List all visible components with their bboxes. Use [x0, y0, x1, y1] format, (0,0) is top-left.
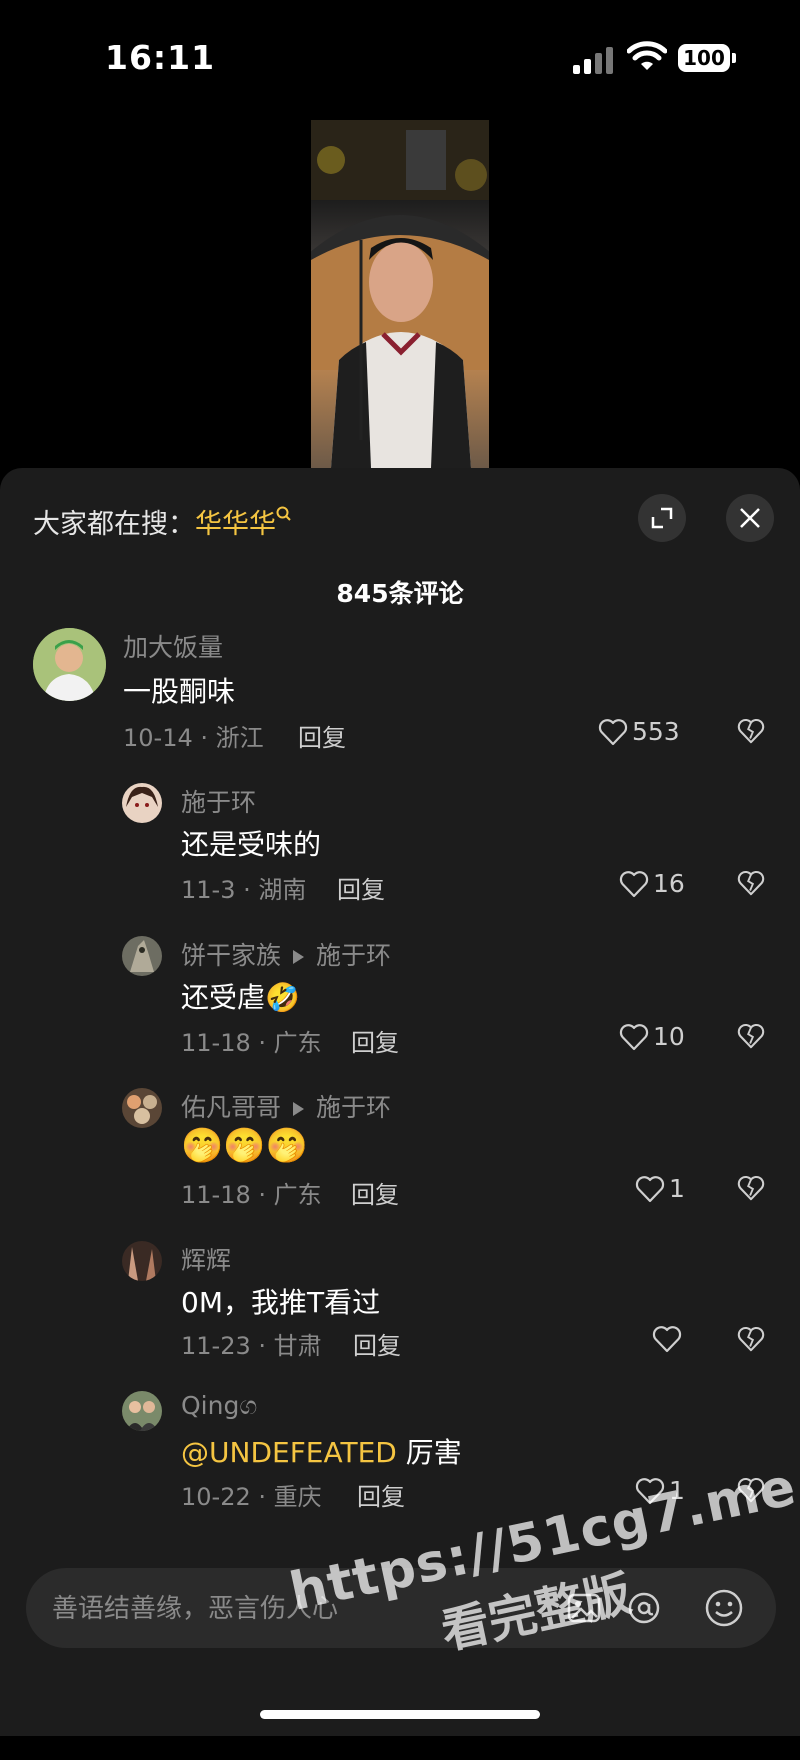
- comment-meta: 10-14 · 浙江: [123, 724, 264, 752]
- wifi-icon: [627, 41, 667, 70]
- status-time: 16:11: [105, 38, 216, 77]
- reply-to-name[interactable]: 施于环: [316, 941, 391, 970]
- search-icon: [276, 506, 291, 521]
- cellular-signal-icon: [573, 46, 613, 74]
- reply-to-name[interactable]: 施于环: [316, 1093, 391, 1122]
- comment-meta: 11-18 · 广东: [181, 1029, 322, 1057]
- like-button[interactable]: 1: [635, 1476, 685, 1505]
- reply-button[interactable]: 回复: [357, 1477, 405, 1512]
- dislike-icon[interactable]: [737, 869, 765, 897]
- comment-author[interactable]: Qingග: [181, 1391, 257, 1421]
- heart-icon: [598, 718, 628, 745]
- like-count: 16: [653, 869, 685, 898]
- like-button[interactable]: [652, 1325, 686, 1353]
- like-button[interactable]: 553: [598, 717, 680, 746]
- dislike-icon[interactable]: [737, 1174, 765, 1202]
- comment-input-bar: [0, 1556, 800, 1736]
- heart-icon: [635, 1175, 665, 1202]
- comment-input[interactable]: [50, 1568, 534, 1650]
- comment-text: @UNDEFEATED 厉害: [181, 1431, 462, 1471]
- like-count: 1: [669, 1174, 685, 1203]
- comment-item: Qingග @UNDEFEATED 厉害 10-22 · 重庆 回复 1: [0, 1391, 800, 1511]
- emoji-icon[interactable]: [704, 1588, 744, 1628]
- like-count: 10: [653, 1022, 685, 1051]
- like-count: 553: [632, 717, 680, 746]
- mention-link[interactable]: @UNDEFEATED: [181, 1436, 397, 1469]
- comment-text: 一股酮味: [123, 675, 236, 708]
- comment-text: 还是受味的: [181, 828, 322, 861]
- comments-panel: 大家都在搜：华华华 845条评论 加大饭量 一股酮味 10-14 · 浙江 回复…: [0, 468, 800, 1558]
- comment-input-box[interactable]: [26, 1568, 776, 1650]
- heart-icon: [635, 1477, 665, 1504]
- heart-icon: [619, 1023, 649, 1050]
- like-count: 1: [669, 1476, 685, 1505]
- dislike-icon[interactable]: [737, 1476, 765, 1504]
- comment-text: 🤭🤭🤭: [181, 1126, 309, 1166]
- comment-author-name[interactable]: 佑凡哥哥: [181, 1093, 281, 1122]
- reply-button[interactable]: 回复: [351, 1175, 399, 1210]
- status-bar: 16:11 100: [0, 0, 800, 120]
- avatar[interactable]: [122, 936, 162, 976]
- reply-button[interactable]: 回复: [298, 718, 346, 753]
- comment-text: 0M，我推T看过: [181, 1286, 381, 1319]
- reply-to-arrow-icon: [293, 1102, 305, 1116]
- like-button[interactable]: 10: [619, 1022, 685, 1051]
- expand-icon: [651, 507, 673, 529]
- battery-indicator: 100: [678, 44, 736, 72]
- comment-author[interactable]: 饼干家族 施于环: [181, 936, 391, 972]
- image-icon[interactable]: [566, 1590, 602, 1626]
- at-mention-icon[interactable]: [626, 1590, 662, 1626]
- comment-text-body: 还受虐: [181, 981, 266, 1014]
- comment-item: 饼干家族 施于环 还受虐🤣 11-18 · 广东 回复 10: [0, 936, 800, 1058]
- close-icon: [740, 508, 760, 528]
- avatar[interactable]: [122, 1241, 162, 1281]
- like-button[interactable]: 1: [635, 1174, 685, 1203]
- comment-text: 还受虐🤣: [181, 976, 300, 1016]
- dislike-icon[interactable]: [737, 717, 765, 745]
- comment-meta: 10-22 · 重庆: [181, 1483, 322, 1511]
- avatar[interactable]: [122, 783, 162, 823]
- comment-item: 辉辉 0M，我推T看过 11-23 · 甘肃 回复: [0, 1241, 800, 1361]
- reply-button[interactable]: 回复: [353, 1326, 401, 1361]
- comment-author[interactable]: 施于环: [181, 783, 256, 819]
- heart-icon: [652, 1326, 682, 1353]
- laughing-emoji-icon: 🤣: [265, 981, 300, 1014]
- comment-author[interactable]: 佑凡哥哥 施于环: [181, 1088, 391, 1124]
- trending-search[interactable]: 大家都在搜：华华华: [33, 502, 292, 541]
- like-button[interactable]: 16: [619, 869, 685, 898]
- video-frame-image: [311, 120, 489, 468]
- comment-meta: 11-18 · 广东: [181, 1181, 322, 1209]
- trending-search-keyword[interactable]: 华华华: [195, 509, 276, 540]
- comment-text-body: 厉害: [396, 1436, 462, 1469]
- comment-count: 845条评论: [336, 579, 464, 608]
- comment-author[interactable]: 辉辉: [181, 1241, 231, 1277]
- dislike-icon[interactable]: [737, 1022, 765, 1050]
- home-indicator: [260, 1710, 540, 1719]
- comment-item: 佑凡哥哥 施于环 🤭🤭🤭 11-18 · 广东 回复 1: [0, 1088, 800, 1210]
- comment-item: 施于环 还是受味的 11-3 · 湖南 回复 16: [0, 783, 800, 905]
- heart-icon: [619, 870, 649, 897]
- comment-author-name[interactable]: 饼干家族: [181, 941, 281, 970]
- avatar[interactable]: [122, 1088, 162, 1128]
- comment-author[interactable]: 加大饭量: [123, 628, 223, 664]
- expand-button[interactable]: [638, 494, 686, 542]
- dislike-icon[interactable]: [737, 1325, 765, 1353]
- reply-to-arrow-icon: [293, 950, 305, 964]
- video-player[interactable]: [311, 120, 489, 468]
- avatar[interactable]: [33, 628, 106, 701]
- trending-search-prefix: 大家都在搜：: [33, 509, 195, 540]
- reply-button[interactable]: 回复: [351, 1023, 399, 1058]
- reply-button[interactable]: 回复: [337, 870, 385, 905]
- comment-meta: 11-23 · 甘肃: [181, 1332, 322, 1360]
- comment-item: 加大饭量 一股酮味 10-14 · 浙江 回复 553: [0, 628, 800, 752]
- avatar[interactable]: [122, 1391, 162, 1431]
- close-button[interactable]: [726, 494, 774, 542]
- comment-meta: 11-3 · 湖南: [181, 876, 307, 904]
